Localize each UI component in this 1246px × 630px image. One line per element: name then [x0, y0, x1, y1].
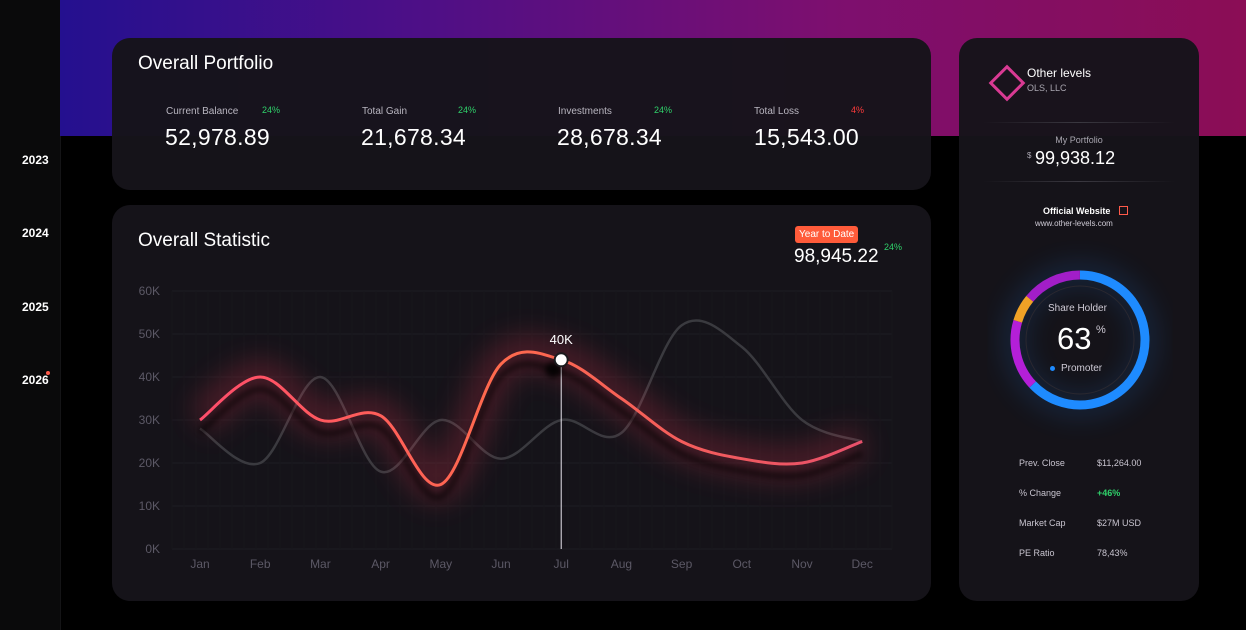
- share-holder-donut: [1007, 267, 1153, 413]
- donut-title: Share Holder: [1048, 303, 1107, 314]
- prev-close-value: $11,264.00: [1097, 458, 1142, 468]
- donut-unit: %: [1096, 324, 1106, 336]
- pe-ratio-label: PE Ratio: [1019, 548, 1055, 558]
- donut-legend-dot: [1050, 366, 1055, 371]
- percent-change-value: +46%: [1097, 488, 1121, 498]
- market-cap-label: Market Cap: [1019, 518, 1066, 528]
- prev-close-label: Prev. Close: [1019, 458, 1065, 468]
- pe-ratio-value: 78,43%: [1097, 548, 1128, 558]
- market-cap-value: $27M USD: [1097, 518, 1142, 528]
- donut-value: 63: [1057, 321, 1092, 356]
- donut-legend: Promoter: [1061, 363, 1103, 374]
- percent-change-label: % Change: [1019, 488, 1062, 498]
